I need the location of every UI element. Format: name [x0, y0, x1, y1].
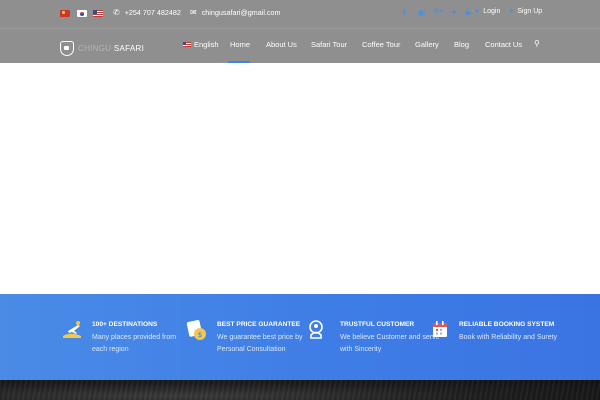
google-plus-icon[interactable]: G+ — [434, 8, 443, 15]
feature-desc: We believe Customer and serve with Since… — [340, 334, 440, 353]
lock-icon: ● — [475, 8, 480, 15]
hero-section — [0, 63, 600, 294]
nav-item-about-us[interactable]: About Us — [266, 40, 297, 49]
envelope-icon: ✉ — [190, 7, 197, 17]
login-link[interactable]: ● Login — [475, 8, 500, 15]
flag-usa[interactable] — [93, 10, 103, 17]
calendar-booking-icon — [433, 321, 447, 337]
signup-label[interactable]: Sign Up — [517, 8, 542, 15]
email-contact[interactable]: ✉ chingusafari@gmail.com — [190, 8, 281, 17]
facebook-icon[interactable]: f — [403, 8, 406, 17]
nav-item-safari-tour[interactable]: Safari Tour — [311, 40, 347, 49]
nav-item-blog[interactable]: Blog — [454, 40, 469, 49]
nav-item-gallery[interactable]: Gallery — [415, 40, 439, 49]
svg-text:$: $ — [198, 331, 202, 339]
phone-number: +254 707 482482 — [124, 8, 181, 17]
logo-text-bright: SAFARI — [113, 43, 145, 53]
plane-destination-icon — [63, 321, 81, 338]
nav-item-contact-us[interactable]: Contact Us — [485, 40, 522, 49]
login-label[interactable]: Login — [483, 8, 500, 15]
flag-usa-icon — [183, 42, 191, 47]
topbar-divider — [0, 28, 600, 29]
language-label[interactable]: English — [194, 40, 219, 49]
logo-text: CHINGU SAFARI — [78, 44, 144, 53]
flag-china[interactable] — [60, 10, 70, 17]
bottom-image-strip — [0, 380, 600, 400]
search-icon[interactable]: ⚲ — [534, 39, 540, 48]
twitter-icon[interactable]: ✦ — [451, 8, 457, 17]
phone-icon: ✆ — [113, 7, 120, 17]
youtube-icon[interactable]: ▶ — [466, 8, 472, 17]
features-bar: 100+ DESTINATIONS Many places provided f… — [0, 294, 600, 380]
feature-desc: We guarantee best price by Personal Cons… — [217, 334, 303, 353]
logo-text-dim: CHINGU — [78, 43, 112, 53]
nav-item-coffee-tour[interactable]: Coffee Tour — [362, 40, 401, 49]
phone-contact: ✆ +254 707 482482 — [113, 8, 181, 17]
feature-desc: Many places provided from each region — [92, 334, 177, 353]
instagram-icon[interactable]: ▣ — [418, 8, 425, 17]
handshake-icon — [309, 320, 323, 339]
price-tag-icon: $ — [186, 320, 206, 340]
feature-desc: Book with Reliability and Surety — [459, 334, 558, 341]
feature-title: RELIABLE BOOKING SYSTEM — [459, 321, 555, 328]
signup-link[interactable]: ● Sign Up — [509, 8, 542, 15]
flag-korea[interactable] — [77, 10, 87, 17]
site-logo[interactable]: CHINGU SAFARI — [60, 40, 144, 56]
lion-logo-icon — [60, 40, 74, 56]
email-address[interactable]: chingusafari@gmail.com — [202, 8, 281, 17]
user-icon: ● — [509, 8, 514, 15]
site-header: ✆ +254 707 482482 ✉ chingusafari@gmail.c… — [0, 0, 600, 63]
top-bar: ✆ +254 707 482482 ✉ chingusafari@gmail.c… — [0, 0, 600, 28]
language-selector[interactable]: English — [183, 40, 219, 49]
nav-item-home[interactable]: Home — [230, 40, 250, 49]
feature-title: 100+ DESTINATIONS — [92, 321, 158, 328]
feature-title: TRUSTFUL CUSTOMER — [340, 321, 415, 328]
feature-title: BEST PRICE GUARANTEE — [217, 321, 301, 328]
